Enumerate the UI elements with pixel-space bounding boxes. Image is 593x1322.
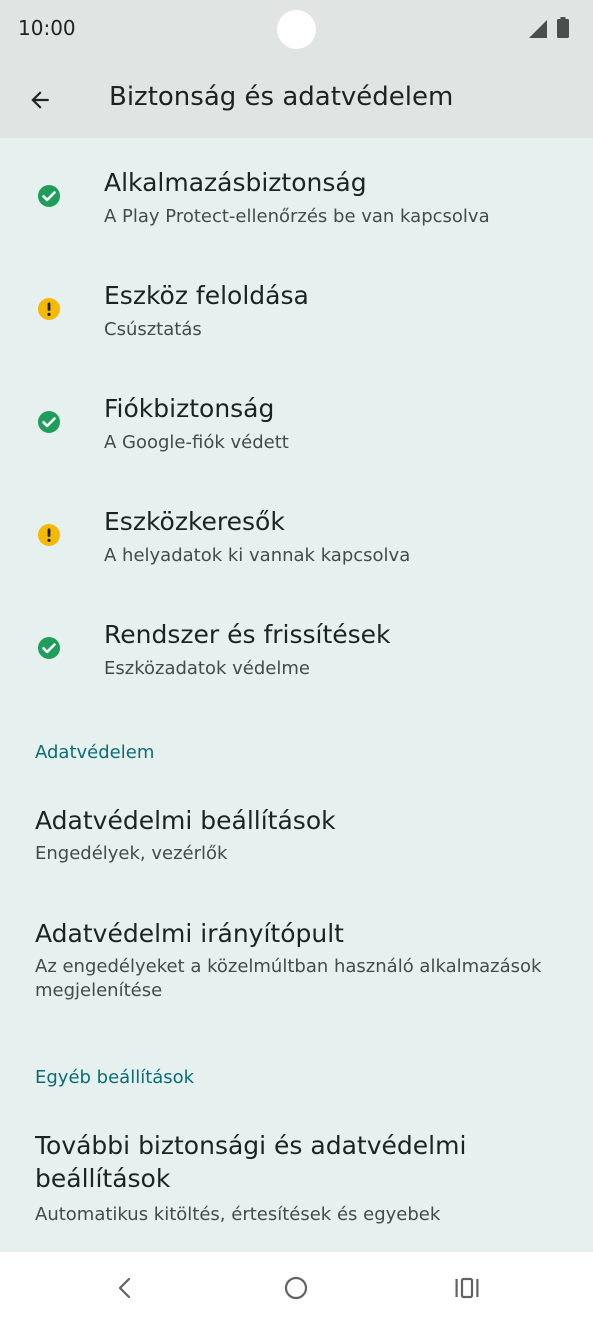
item-subtitle: A Google-fiók védett [104, 432, 289, 453]
navigation-bar [0, 1252, 593, 1322]
status-bar: 10:00 [0, 0, 593, 60]
item-title: Alkalmazásbiztonság [104, 168, 367, 197]
arrow-back-icon [31, 91, 49, 109]
recents-nav-icon [455, 1277, 479, 1299]
item-title: Rendszer és frissítések [104, 620, 391, 649]
item-title: Fiókbiztonság [104, 394, 275, 423]
section-header-privacy: Adatvédelem [35, 742, 155, 763]
back-nav-icon [118, 1277, 131, 1299]
check-circle-icon [38, 637, 60, 659]
check-circle-icon [38, 411, 60, 433]
item-subtitle: Engedélyek, vezérlők [35, 843, 228, 864]
back-button[interactable] [16, 76, 64, 124]
item-subtitle: Az engedélyeket a közelmúltban használó … [35, 956, 542, 1001]
item-title: Eszközkeresők [104, 507, 285, 536]
section-header-other: Egyéb beállítások [35, 1067, 195, 1088]
item-subtitle: Csúsztatás [104, 319, 202, 340]
warning-circle-icon [38, 298, 60, 320]
item-title: Adatvédelmi irányítópult [35, 919, 344, 948]
security-item-find-device[interactable]: Eszközkeresők A helyadatok ki vannak kap… [0, 477, 593, 590]
item-title: Adatvédelmi beállítások [35, 806, 336, 835]
security-item-system-updates[interactable]: Rendszer és frissítések Eszközadatok véd… [0, 590, 593, 703]
app-bar: Biztonság és adatvédelem [0, 60, 593, 138]
item-title: További biztonsági és adatvédelmi beállí… [35, 1131, 467, 1193]
nav-recents-button[interactable] [443, 1264, 491, 1312]
item-subtitle: A Play Protect-ellenőrzés be van kapcsol… [104, 206, 490, 227]
nav-home-button[interactable] [272, 1264, 320, 1312]
item-title: Eszköz feloldása [104, 281, 309, 310]
camera-cutout [277, 10, 316, 49]
item-subtitle: Eszközadatok védelme [104, 658, 310, 679]
privacy-settings-item[interactable]: Adatvédelmi beállítások Engedélyek, vezé… [0, 788, 593, 901]
more-security-privacy-item[interactable]: További biztonsági és adatvédelmi beállí… [0, 1113, 593, 1252]
nav-back-button[interactable] [101, 1264, 149, 1312]
status-time: 10:00 [18, 16, 76, 40]
battery-icon [557, 17, 569, 38]
page-title: Biztonság és adatvédelem [109, 82, 454, 112]
security-item-app-security[interactable]: Alkalmazásbiztonság A Play Protect-ellen… [0, 138, 593, 251]
security-item-account-security[interactable]: Fiókbiztonság A Google-fiók védett [0, 364, 593, 477]
item-subtitle: Automatikus kitöltés, értesítések és egy… [35, 1204, 441, 1225]
warning-circle-icon [38, 524, 60, 546]
settings-list: Alkalmazásbiztonság A Play Protect-ellen… [0, 138, 593, 1252]
home-nav-icon [284, 1276, 308, 1300]
signal-icon [529, 20, 547, 38]
item-subtitle: A helyadatok ki vannak kapcsolva [104, 545, 411, 566]
security-item-device-unlock[interactable]: Eszköz feloldása Csúsztatás [0, 251, 593, 364]
check-circle-icon [38, 185, 60, 207]
privacy-dashboard-item[interactable]: Adatvédelmi irányítópult Az engedélyeket… [0, 901, 593, 1031]
